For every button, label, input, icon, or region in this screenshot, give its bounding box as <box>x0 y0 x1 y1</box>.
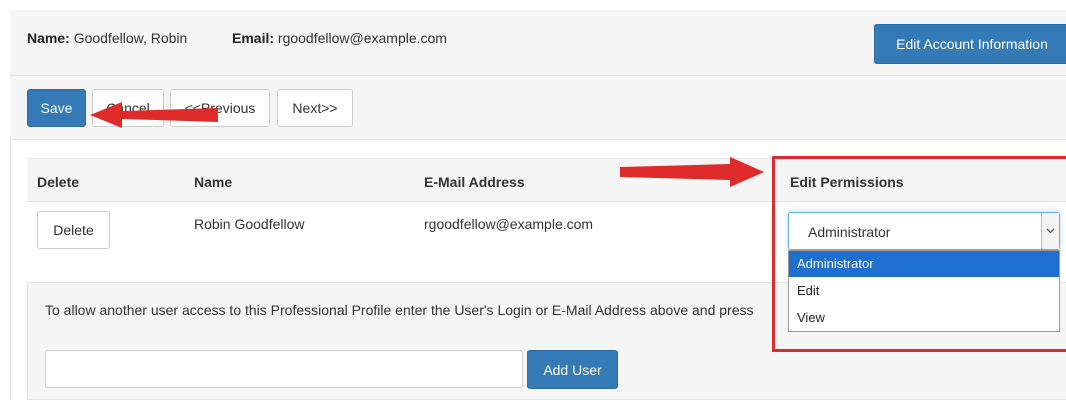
next-button[interactable]: Next>> <box>277 89 353 127</box>
account-name: Name: Goodfellow, Robin <box>27 30 187 46</box>
permission-select[interactable]: Administrator <box>788 212 1060 250</box>
column-header-email: E-Mail Address <box>424 174 525 190</box>
column-header-permissions: Edit Permissions <box>790 174 904 190</box>
permission-select-value: Administrator <box>808 224 891 240</box>
account-name-label: Name: <box>27 30 70 46</box>
previous-button[interactable]: <<Previous <box>170 89 270 127</box>
toolbar <box>10 76 1066 140</box>
user-email: rgoodfellow@example.com <box>424 216 594 232</box>
add-user-instructions: To allow another user access to this Pro… <box>45 302 754 318</box>
permission-option-view[interactable]: View <box>789 305 1059 331</box>
table-header <box>27 158 1066 202</box>
account-email-label: Email: <box>232 30 275 46</box>
delete-user-button[interactable]: Delete <box>37 211 110 249</box>
cancel-button[interactable]: Cancel <box>92 89 164 127</box>
permission-option-administrator[interactable]: Administrator <box>789 251 1059 277</box>
account-email: Email: rgoodfellow@example.com <box>232 30 447 46</box>
column-header-delete: Delete <box>37 174 80 190</box>
chevron-down-icon[interactable] <box>1041 213 1059 249</box>
account-email-value: rgoodfellow@example.com <box>277 30 447 46</box>
add-user-button[interactable]: Add User <box>527 350 618 389</box>
save-button[interactable]: Save <box>27 89 86 127</box>
account-name-value: Goodfellow, Robin <box>73 30 188 46</box>
permission-dropdown-list: Administrator Edit View <box>788 250 1060 332</box>
edit-account-button[interactable]: Edit Account Information <box>874 24 1066 64</box>
user-login-input[interactable] <box>45 350 523 388</box>
permission-option-edit[interactable]: Edit <box>789 278 1059 304</box>
column-header-name: Name <box>194 174 233 190</box>
user-name: Robin Goodfellow <box>194 216 305 232</box>
